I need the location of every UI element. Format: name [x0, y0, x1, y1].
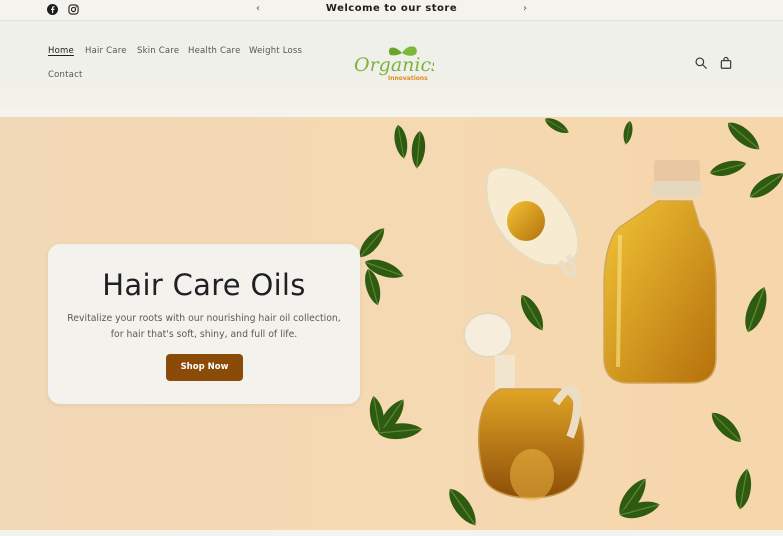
- hero-card: Hair Care Oils Revitalize your roots wit…: [48, 244, 360, 404]
- logo-tagline: Innovations: [388, 75, 428, 82]
- nav-contact[interactable]: Contact: [48, 70, 82, 80]
- announcement-text: Welcome to our store: [325, 3, 458, 14]
- nav-hair-care[interactable]: Hair Care: [85, 46, 127, 56]
- hero-description: Revitalize your roots with our nourishin…: [67, 313, 341, 340]
- site-header: Home Hair Care Skin Care Health Care Wei…: [0, 20, 783, 108]
- logo-wordmark: Organics: [354, 54, 434, 76]
- search-icon[interactable]: [694, 56, 708, 70]
- nav-home[interactable]: Home: [48, 46, 74, 56]
- nav-weight-loss[interactable]: Weight Loss: [249, 46, 302, 56]
- page-bottom-strip: [0, 530, 783, 536]
- hero-title: Hair Care Oils: [102, 268, 306, 302]
- logo[interactable]: Organics Innovations: [350, 41, 434, 85]
- shop-now-button[interactable]: Shop Now: [166, 354, 243, 381]
- hero-banner: Hair Care Oils Revitalize your roots wit…: [0, 117, 783, 530]
- nav-skin-care[interactable]: Skin Care: [137, 46, 179, 56]
- nav-health-care[interactable]: Health Care: [188, 46, 241, 56]
- cart-icon[interactable]: [719, 56, 733, 70]
- chevron-right-icon[interactable]: ›: [523, 3, 527, 14]
- announcement-bar: ‹ Welcome to our store ›: [0, 0, 783, 20]
